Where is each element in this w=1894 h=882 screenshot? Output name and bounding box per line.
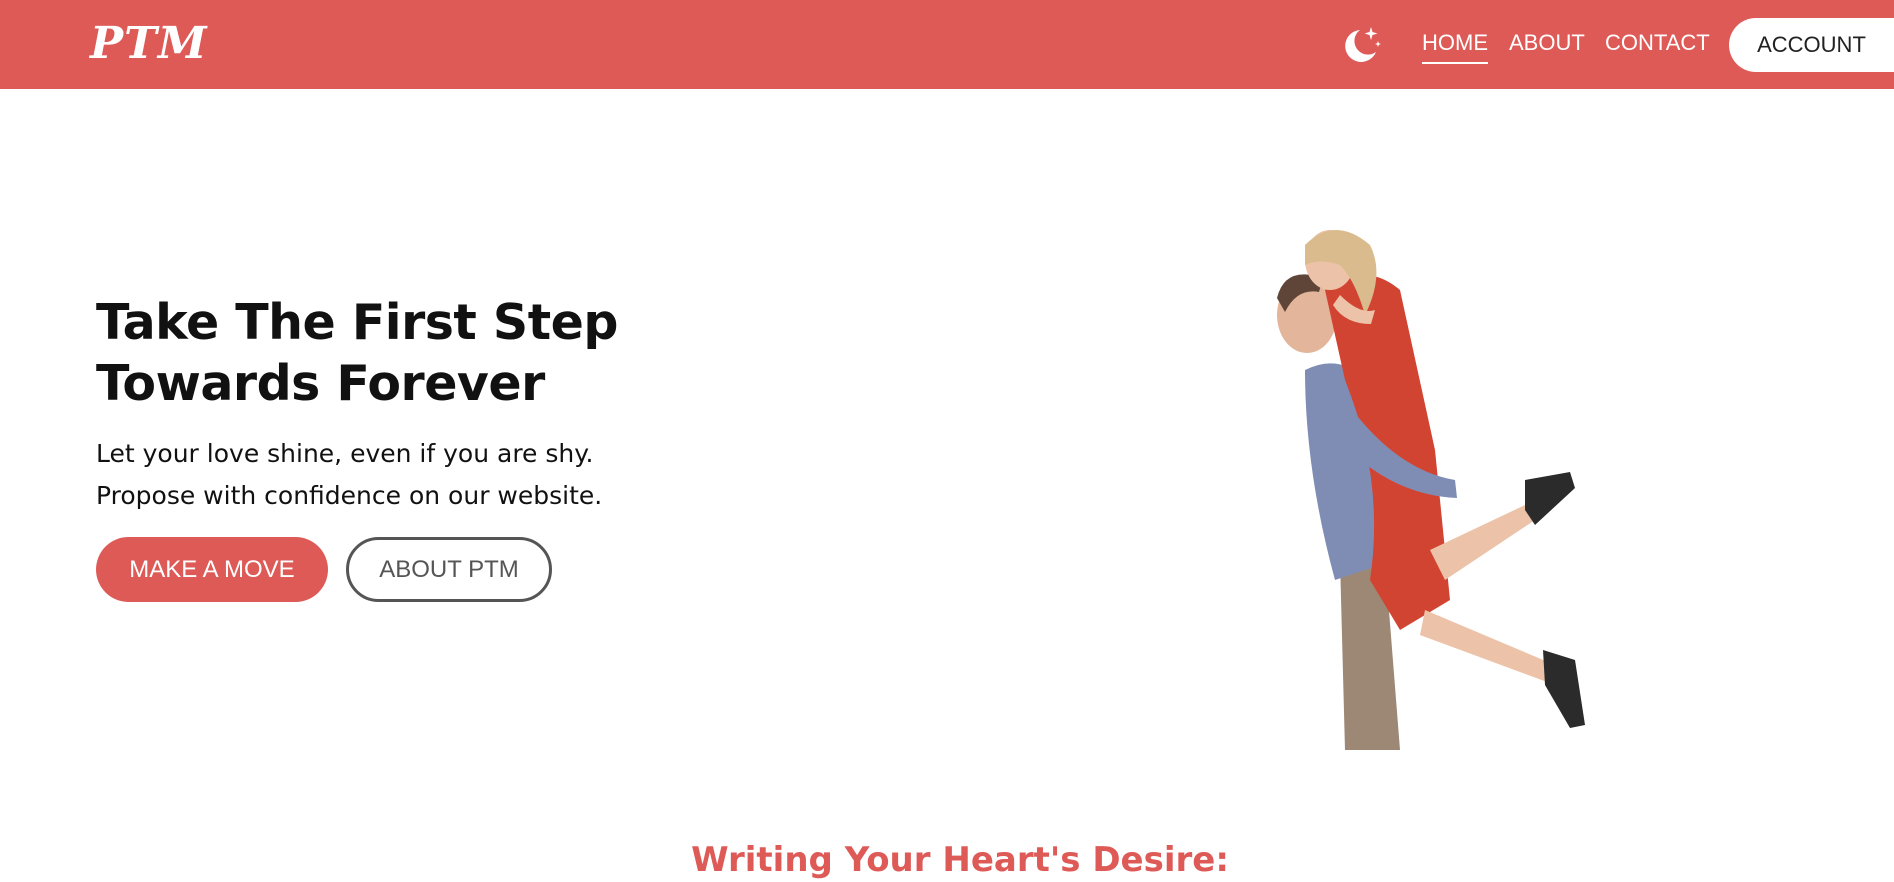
nav-contact-link[interactable]: CONTACT	[1605, 30, 1710, 62]
brand-logo[interactable]: PTM	[90, 18, 208, 69]
top-navbar: PTM HOME ABOUT CONTACT ACCOUNT	[0, 0, 1894, 89]
about-ptm-button[interactable]: ABOUT PTM	[346, 537, 552, 602]
nav-home-link[interactable]: HOME	[1422, 30, 1488, 64]
make-a-move-button[interactable]: MAKE A MOVE	[96, 537, 328, 602]
section-heading: Writing Your Heart's Desire:	[691, 840, 1229, 880]
account-button[interactable]: ACCOUNT	[1729, 18, 1894, 72]
couple-hero-image	[1277, 230, 1585, 750]
hero-title: Take The First Step Towards Forever	[96, 294, 618, 412]
theme-toggle-button[interactable]	[1338, 24, 1384, 68]
moon-stars-icon	[1345, 27, 1381, 62]
hero-subtitle-line1: Let your love shine, even if you are shy…	[96, 439, 594, 468]
hero-subtitle-line2: Propose with confidence on our website.	[96, 481, 603, 510]
nav-about-link[interactable]: ABOUT	[1509, 30, 1585, 62]
